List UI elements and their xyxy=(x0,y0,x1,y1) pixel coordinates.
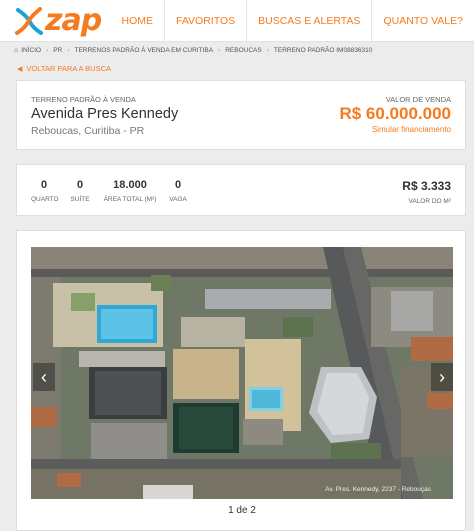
stat-label: SUÍTE xyxy=(70,196,90,203)
stat-suite: 0 SUÍTE xyxy=(67,179,93,203)
zap-logo-mark xyxy=(15,7,43,35)
breadcrumb-terrenos[interactable]: TERRENOS PADRÃO À VENDA EM CURITIBA xyxy=(74,47,213,54)
stat-value: 0 xyxy=(40,179,48,191)
stat-label: QUARTO xyxy=(31,196,59,203)
logo-text: zap xyxy=(45,3,102,38)
photo-watermark: Av. Pres. Kennedy, 2237 - Rebouças xyxy=(325,486,431,493)
aerial-photo: ‹ › Av. Pres. Kennedy, 2237 - Rebouças xyxy=(31,247,453,499)
top-bar: zap HOME FAVORITOS BUSCAS E ALERTAS QUAN… xyxy=(0,0,474,42)
stat-area-total: 18.000 ÁREA TOTAL (M²) xyxy=(101,179,159,203)
gallery-next-button[interactable]: › xyxy=(431,363,453,391)
photo-gallery: ‹ › Av. Pres. Kennedy, 2237 - Rebouças 1… xyxy=(16,230,466,531)
breadcrumb-separator: › xyxy=(67,46,70,54)
stat-value: 0 xyxy=(174,179,182,191)
nav-buscas-alertas[interactable]: BUSCAS E ALERTAS xyxy=(246,0,371,42)
property-name: Avenida Pres Kennedy xyxy=(31,106,179,122)
back-link-label: VOLTAR PARA A BUSCA xyxy=(26,64,112,73)
nav-quanto-vale[interactable]: QUANTO VALE? xyxy=(371,0,474,42)
breadcrumb-pr[interactable]: PR xyxy=(53,47,62,54)
stat-vaga: 0 VAGA xyxy=(167,179,189,203)
breadcrumb-separator: › xyxy=(218,46,221,54)
breadcrumb-inicio[interactable]: INÍCIO xyxy=(21,47,41,54)
sale-price: R$ 60.000.000 xyxy=(339,104,451,123)
property-type: TERRENO PADRÃO À VENDA xyxy=(31,95,136,104)
breadcrumb-separator: › xyxy=(46,46,49,54)
home-icon[interactable]: ⌂ xyxy=(14,47,18,54)
price-label: VALOR DE VENDA xyxy=(385,95,451,104)
stat-label: VAGA xyxy=(169,196,187,203)
listing-header-card: TERRENO PADRÃO À VENDA Avenida Pres Kenn… xyxy=(16,80,466,150)
nav-home[interactable]: HOME xyxy=(110,0,164,42)
stat-quarto: 0 QUARTO xyxy=(31,179,59,203)
gallery-prev-button[interactable]: ‹ xyxy=(33,363,55,391)
breadcrumb-reboucas[interactable]: REBOUCAS xyxy=(225,47,261,54)
property-location: Reboucas, Curitiba - PR xyxy=(31,125,145,137)
stat-label: ÁREA TOTAL (M²) xyxy=(103,196,157,203)
stat-value: 18.000 xyxy=(113,179,147,191)
main-nav: HOME FAVORITOS BUSCAS E ALERTAS QUANTO V… xyxy=(110,0,474,42)
back-arrow-icon: ◀ xyxy=(17,65,23,73)
price-per-m2: R$ 3.333 VALOR DO M² xyxy=(402,179,451,205)
stat-value: 0 xyxy=(76,179,84,191)
breadcrumb-current: TERRENO PADRÃO IM08836310 xyxy=(273,46,373,54)
breadcrumb-separator: › xyxy=(266,46,269,54)
zap-logo[interactable]: zap xyxy=(14,4,106,38)
back-to-search-link[interactable]: ◀ VOLTAR PARA A BUSCA xyxy=(17,64,111,73)
gallery-counter: 1 de 2 xyxy=(228,505,256,516)
price-per-m2-value: R$ 3.333 xyxy=(402,179,451,193)
simulate-financing-link[interactable]: Simular financiamento xyxy=(372,125,451,134)
nav-favoritos[interactable]: FAVORITOS xyxy=(163,0,246,42)
aerial-photo-image xyxy=(31,247,453,499)
price-per-m2-label: VALOR DO M² xyxy=(408,198,452,205)
breadcrumb: ⌂ INÍCIO › PR › TERRENOS PADRÃO À VENDA … xyxy=(14,44,372,56)
property-stats-card: 0 QUARTO 0 SUÍTE 18.000 ÁREA TOTAL (M²) … xyxy=(16,164,466,216)
